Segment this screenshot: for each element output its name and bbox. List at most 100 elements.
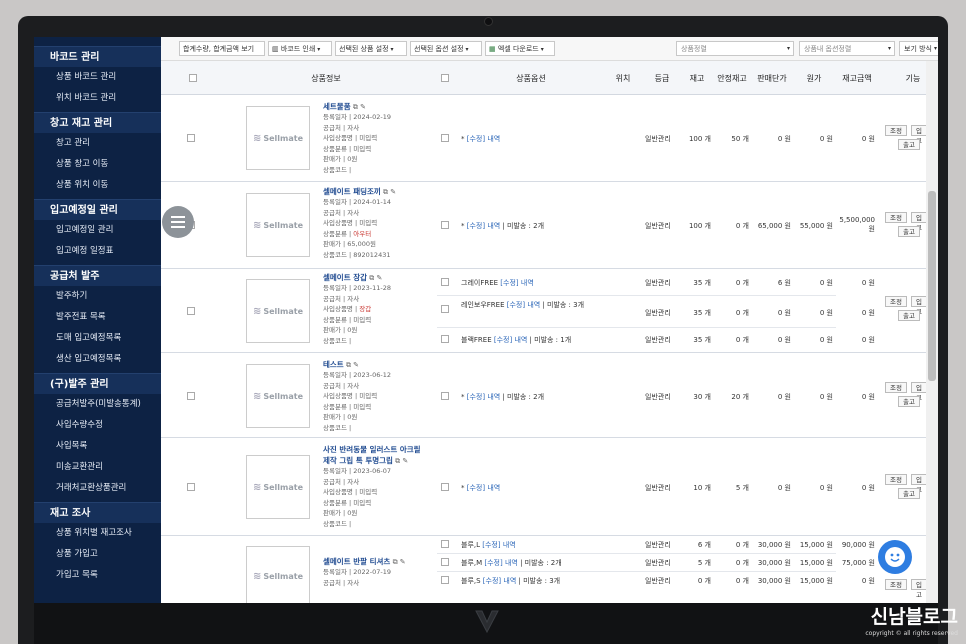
row-checkbox[interactable] (187, 392, 195, 402)
option-sort-select[interactable]: 상품내 옵션정렬 ▾ (799, 41, 895, 56)
option-edit-link[interactable]: [수정] (467, 135, 485, 143)
adjust-button[interactable]: 조정 (885, 212, 907, 223)
sidebar-item-production-inbound[interactable]: 생산 입고예정목록 (34, 349, 161, 370)
product-name-link[interactable]: 셀메이트 장갑 (323, 273, 367, 282)
sidebar-item-inbound-schedule[interactable]: 입고예정일 관리 (34, 220, 161, 241)
copy-icon[interactable]: ⧉ ✎ (383, 188, 396, 196)
copy-icon[interactable]: ⧉ ✎ (346, 361, 359, 369)
sidebar-item-inbound-calendar[interactable]: 입고예정 일정표 (34, 241, 161, 262)
option-history-link[interactable]: 내역 (521, 279, 534, 287)
product-name-link[interactable]: 테스트 (323, 360, 344, 369)
sidebar-item-warehouse-move[interactable]: 상품 창고 이동 (34, 154, 161, 175)
outbound-button[interactable]: 출고 (898, 396, 920, 407)
option-checkbox[interactable] (441, 134, 449, 144)
sidebar-item-wholesale-inbound[interactable]: 도매 입고예정목록 (34, 328, 161, 349)
sidebar-item-supplier-order-stats[interactable]: 공급처발주(미발송통계) (34, 394, 161, 415)
sidebar-item-location-stock-check[interactable]: 상품 위치별 재고조사 (34, 523, 161, 544)
inbound-button[interactable]: 입고 (911, 296, 927, 316)
copy-icon[interactable]: ⧉ ✎ (395, 457, 408, 465)
copy-icon[interactable]: ⧉ ✎ (393, 558, 406, 566)
selected-option-settings-button[interactable]: 선택된 옵션 설정 ▾ (410, 41, 482, 56)
option-history-link[interactable]: 내역 (487, 135, 500, 143)
sidebar-item-order[interactable]: 발주하기 (34, 286, 161, 307)
product-name-link[interactable]: 셀메이트 반팔 티셔츠 (323, 557, 390, 566)
option-edit-link[interactable]: [수정] (467, 484, 485, 492)
menu-toggle-button[interactable] (162, 206, 194, 238)
option-history-link[interactable]: 내역 (487, 484, 500, 492)
sidebar-section-supplier-order[interactable]: 공급처 발주 (34, 265, 161, 286)
adjust-button[interactable]: 조정 (885, 382, 907, 393)
copy-icon[interactable]: ⧉ ✎ (369, 274, 382, 282)
sidebar-section-inbound-schedule[interactable]: 입고예정일 관리 (34, 199, 161, 220)
sidebar-item-order-list[interactable]: 발주전표 목록 (34, 307, 161, 328)
sidebar-item-partner-exchange[interactable]: 거래처교환상품관리 (34, 478, 161, 499)
sidebar-item-exchange[interactable]: 미송교환관리 (34, 457, 161, 478)
option-checkbox[interactable] (441, 305, 449, 315)
sidebar-item-warehouse[interactable]: 창고 관리 (34, 133, 161, 154)
option-edit-link[interactable]: [수정] (483, 577, 501, 585)
barcode-print-button[interactable]: ▥ 바코드 인쇄 ▾ (268, 41, 332, 56)
adjust-button[interactable]: 조정 (885, 125, 907, 136)
product-name-link[interactable]: 셀메이트 패딩조끼 (323, 187, 381, 196)
outbound-button[interactable]: 출고 (898, 488, 920, 499)
select-all-options-checkbox[interactable] (437, 61, 453, 95)
inbound-button[interactable]: 입고 (911, 474, 927, 494)
option-checkbox[interactable] (441, 558, 449, 568)
sum-toggle-button[interactable]: 합계수량, 합계금액 보기 (179, 41, 265, 56)
inbound-button[interactable]: 입고 (911, 212, 927, 232)
option-checkbox[interactable] (441, 221, 449, 231)
sidebar-item-purchase-qty[interactable]: 사입수량수정 (34, 415, 161, 436)
row-checkbox[interactable] (187, 483, 195, 493)
option-history-link[interactable]: 내역 (503, 577, 516, 585)
select-all-checkbox[interactable] (181, 61, 205, 95)
vertical-scrollbar[interactable] (926, 61, 938, 603)
selected-product-settings-button[interactable]: 선택된 상품 설정 ▾ (335, 41, 407, 56)
option-edit-link[interactable]: [수정] (467, 222, 485, 230)
option-history-link[interactable]: 내역 (505, 559, 518, 567)
product-sort-select[interactable]: 상품정렬 ▾ (676, 41, 794, 56)
sidebar-item-purchase-list[interactable]: 사입목록 (34, 436, 161, 457)
option-checkbox[interactable] (441, 335, 449, 345)
option-edit-link[interactable]: [수정] (482, 541, 500, 549)
chat-button[interactable] (878, 540, 912, 574)
option-checkbox[interactable] (441, 278, 449, 288)
outbound-button[interactable]: 출고 (898, 310, 920, 321)
outbound-button[interactable]: 출고 (898, 226, 920, 237)
option-edit-link[interactable]: [수정] (494, 336, 512, 344)
product-name-line1[interactable]: 사진 반려동물 일러스트 아크릴 (323, 444, 421, 455)
sidebar-section-stock-check[interactable]: 재고 조사 (34, 502, 161, 523)
adjust-button[interactable]: 조정 (885, 474, 907, 485)
outbound-button[interactable]: 출고 (898, 139, 920, 150)
sidebar-item-product-barcode[interactable]: 상품 바코드 관리 (34, 67, 161, 88)
inbound-button[interactable]: 입고 (911, 382, 927, 402)
sidebar-item-location-barcode[interactable]: 위치 바코드 관리 (34, 88, 161, 109)
option-checkbox[interactable] (441, 540, 449, 550)
sidebar-section-warehouse[interactable]: 창고 재고 관리 (34, 112, 161, 133)
option-history-link[interactable]: 내역 (487, 393, 500, 401)
option-edit-link[interactable]: [수정] (484, 559, 502, 567)
sidebar-item-location-move[interactable]: 상품 위치 이동 (34, 175, 161, 196)
excel-download-button[interactable]: ▦ 엑셀 다운로드 ▾ (485, 41, 555, 56)
adjust-button[interactable]: 조정 (885, 579, 907, 590)
option-edit-link[interactable]: [수정] (467, 393, 485, 401)
product-name-line2[interactable]: 제작 그립 톡 투명그립 (323, 456, 393, 465)
option-edit-link[interactable]: [수정] (500, 279, 518, 287)
row-checkbox[interactable] (187, 134, 195, 144)
inbound-button[interactable]: 입고 (911, 125, 927, 145)
row-checkbox[interactable] (187, 307, 195, 317)
adjust-button[interactable]: 조정 (885, 296, 907, 307)
inbound-button[interactable]: 입고 (911, 579, 927, 599)
option-history-link[interactable]: 내역 (514, 336, 527, 344)
sidebar-section-barcode[interactable]: 바코드 관리 (34, 46, 161, 67)
view-mode-select[interactable]: 보기 방식 ▾ (899, 41, 938, 56)
option-history-link[interactable]: 내역 (527, 301, 540, 309)
option-checkbox[interactable] (441, 576, 449, 586)
sidebar-item-pre-inbound[interactable]: 상품 가입고 (34, 544, 161, 565)
sidebar-item-pre-inbound-list[interactable]: 가입고 목록 (34, 565, 161, 586)
option-history-link[interactable]: 내역 (503, 541, 516, 549)
option-checkbox[interactable] (441, 483, 449, 493)
scrollbar-thumb[interactable] (928, 191, 936, 381)
option-history-link[interactable]: 내역 (487, 222, 500, 230)
product-name-link[interactable]: 세트물품 (323, 102, 351, 111)
option-edit-link[interactable]: [수정] (507, 301, 525, 309)
